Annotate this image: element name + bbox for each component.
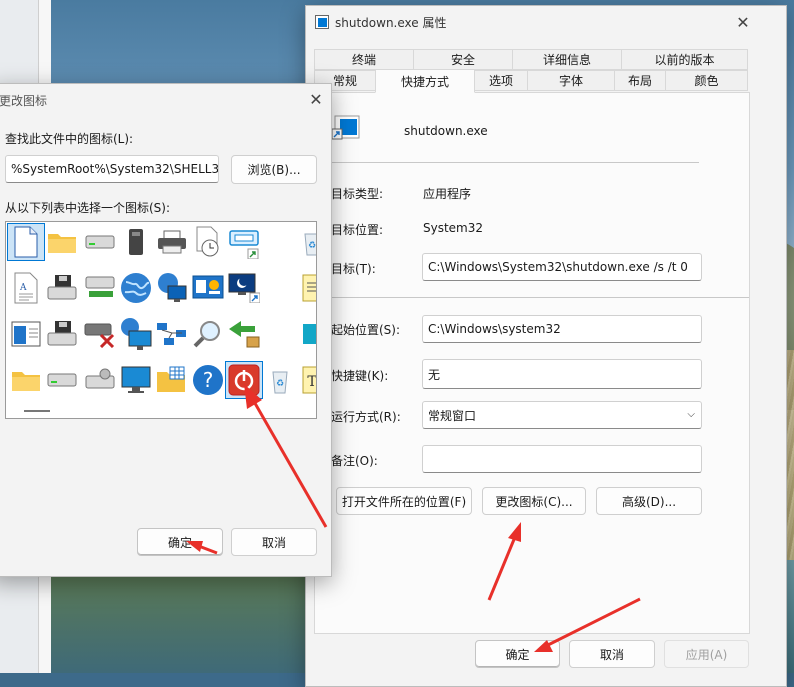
- tab-previous-versions[interactable]: 以前的版本: [621, 49, 748, 70]
- drive-icon[interactable]: [82, 224, 118, 260]
- target-input[interactable]: C:\Windows\System32\shutdown.exe /s /t 0: [422, 253, 702, 281]
- apply-button[interactable]: 应用(A): [664, 640, 749, 668]
- font-icon[interactable]: T: [294, 362, 317, 398]
- open-file-location-button[interactable]: 打开文件所在的位置(F): [336, 487, 472, 515]
- shortcut-app-icon: [315, 15, 329, 29]
- drive-error-icon[interactable]: [82, 316, 118, 352]
- svg-text:♻: ♻: [308, 241, 316, 251]
- yellow-folder-icon[interactable]: [8, 362, 44, 398]
- close-icon[interactable]: ✕: [307, 90, 325, 109]
- globe-icon[interactable]: [118, 270, 154, 306]
- printer-icon[interactable]: [154, 224, 190, 260]
- horizontal-scrollbar[interactable]: [24, 410, 50, 412]
- network-globe-icon[interactable]: [154, 270, 190, 306]
- hotkey-label: 快捷键(K):: [331, 369, 389, 383]
- window-shortcut-icon[interactable]: [226, 224, 262, 260]
- target-type-value: 应用程序: [423, 187, 472, 201]
- shortcut-tab-panel: shutdown.exe 目标类型: 应用程序 目标位置: System32 目…: [314, 92, 750, 634]
- green-drive-icon[interactable]: [82, 270, 118, 306]
- hotkey-input[interactable]: 无: [422, 359, 702, 389]
- svg-text:?: ?: [203, 368, 214, 392]
- tab-colors[interactable]: 颜色: [665, 70, 748, 91]
- control-panel-icon[interactable]: [190, 270, 226, 306]
- monitor-icon[interactable]: [118, 362, 154, 398]
- floppy-disk-icon[interactable]: [44, 316, 80, 352]
- grid-folder-icon[interactable]: [154, 362, 190, 398]
- svg-text:A: A: [19, 283, 27, 293]
- text-document-icon[interactable]: A: [8, 270, 44, 306]
- target-label: 目标(T):: [331, 262, 376, 276]
- memory-chip-icon[interactable]: [118, 224, 154, 260]
- folder-icon[interactable]: [44, 224, 80, 260]
- clock-document-icon[interactable]: [190, 224, 226, 260]
- tab-layout[interactable]: 布局: [614, 70, 666, 91]
- run-label: 运行方式(R):: [331, 410, 401, 424]
- tab-options[interactable]: 选项: [474, 70, 528, 91]
- tab-shortcut[interactable]: 快捷方式: [375, 69, 475, 93]
- globe-monitor-icon[interactable]: [118, 316, 154, 352]
- power-icon[interactable]: [225, 361, 263, 399]
- tab-terminal[interactable]: 终端: [314, 49, 414, 70]
- monitor-moon-icon[interactable]: [226, 270, 262, 306]
- properties-titlebar[interactable]: shutdown.exe 属性 ✕: [306, 6, 786, 38]
- ok-button[interactable]: 确定: [137, 528, 223, 556]
- help-icon[interactable]: ?: [190, 362, 226, 398]
- advanced-button[interactable]: 高级(D)...: [596, 487, 702, 515]
- target-location-value: System32: [423, 221, 484, 235]
- floppy-drive-icon[interactable]: [44, 270, 80, 306]
- target-type-label: 目标类型:: [331, 187, 384, 201]
- svg-text:♻: ♻: [276, 379, 284, 389]
- tab-font[interactable]: 字体: [527, 70, 615, 91]
- drive-icon[interactable]: [44, 362, 80, 398]
- shortcut-file-icon: [331, 115, 360, 140]
- start-in-label: 起始位置(S):: [331, 323, 401, 337]
- properties-window: shutdown.exe 属性 ✕ 终端 安全 详细信息 以前的版本 常规 快捷…: [305, 5, 787, 687]
- dialog-title: 更改图标: [0, 94, 48, 108]
- start-in-input[interactable]: C:\Windows\system32: [422, 315, 702, 343]
- change-icon-dialog: 更改图标 ✕ 查找此文件中的图标(L): %SystemRoot%\System…: [0, 83, 332, 577]
- target-location-label: 目标位置:: [331, 223, 384, 237]
- move-box-icon[interactable]: [226, 316, 262, 352]
- magnifier-icon[interactable]: [190, 316, 226, 352]
- drive-disc-icon[interactable]: [82, 362, 118, 398]
- close-icon[interactable]: ✕: [734, 13, 752, 32]
- network-icon[interactable]: [154, 316, 190, 352]
- cancel-button[interactable]: 取消: [231, 528, 317, 556]
- cancel-button[interactable]: 取消: [569, 640, 655, 668]
- separator: [327, 297, 749, 298]
- tab-details[interactable]: 详细信息: [512, 49, 622, 70]
- icon-path-input[interactable]: %SystemRoot%\System32\SHELL32.: [5, 155, 219, 183]
- properties-title: shutdown.exe 属性: [335, 16, 447, 30]
- run-select[interactable]: 常规窗口 ⌵: [422, 401, 702, 429]
- comment-input[interactable]: [422, 445, 702, 473]
- icon-list[interactable]: ♻ A ? ♻ T: [5, 221, 317, 419]
- separator: [327, 162, 699, 163]
- recycle-bin-empty-icon[interactable]: ♻: [262, 362, 298, 398]
- change-icon-button[interactable]: 更改图标(C)...: [482, 487, 586, 515]
- browse-button[interactable]: 浏览(B)...: [231, 155, 317, 184]
- chevron-down-icon: ⌵: [687, 409, 695, 420]
- icon-list-label: 从以下列表中选择一个图标(S):: [5, 201, 171, 215]
- cyan-square-icon[interactable]: [294, 316, 316, 352]
- blank-document-icon[interactable]: [7, 223, 45, 261]
- file-name: shutdown.exe: [404, 124, 488, 138]
- svg-text:T: T: [307, 374, 317, 390]
- find-icons-label: 查找此文件中的图标(L):: [5, 132, 134, 146]
- ok-button[interactable]: 确定: [475, 640, 560, 668]
- recycle-bin-full-icon[interactable]: ♻: [294, 224, 316, 260]
- notepad-icon[interactable]: [294, 270, 316, 306]
- comment-label: 备注(O):: [331, 454, 378, 468]
- tab-security[interactable]: 安全: [413, 49, 513, 70]
- window-app-icon[interactable]: [8, 316, 44, 352]
